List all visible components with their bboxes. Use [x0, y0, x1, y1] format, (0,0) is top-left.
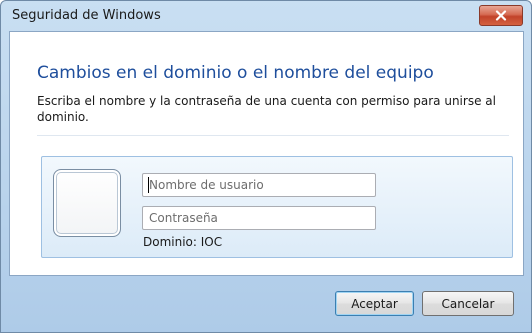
close-icon [495, 10, 507, 21]
cancel-button[interactable]: Cancelar [422, 291, 514, 316]
text-cursor [148, 177, 149, 193]
username-input[interactable] [142, 173, 376, 197]
dialog-description: Escriba el nombre y la contraseña de una… [37, 94, 496, 124]
credential-tile: Dominio: IOC [41, 156, 513, 258]
accept-button[interactable]: Aceptar [335, 291, 414, 316]
domain-label: Dominio: IOC [143, 235, 223, 249]
window-title: Seguridad de Windows [12, 8, 161, 23]
close-button[interactable] [479, 5, 523, 26]
security-dialog: Seguridad de Windows Cambios en el domin… [0, 0, 532, 333]
password-input[interactable] [142, 206, 376, 230]
user-tile-icon [53, 169, 121, 237]
divider [37, 135, 509, 136]
title-bar[interactable]: Seguridad de Windows [1, 1, 531, 31]
dialog-content: Cambios en el dominio o el nombre del eq… [9, 31, 524, 276]
dialog-heading: Cambios en el dominio o el nombre del eq… [37, 63, 434, 83]
